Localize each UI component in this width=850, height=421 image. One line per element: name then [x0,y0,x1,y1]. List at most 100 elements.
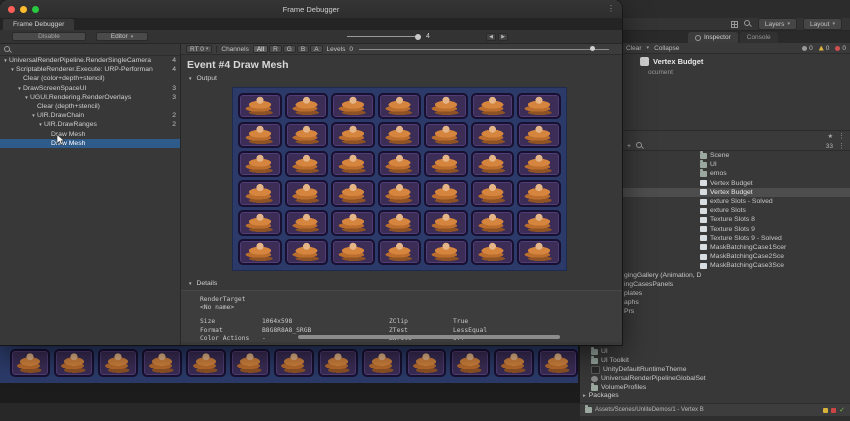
sprite-tile [517,209,561,236]
project-item-label: ingCasesPanels [624,280,674,288]
sprite-tile [186,349,226,377]
folder-icon [585,405,592,413]
layers-label: Layers [764,20,785,28]
tab-console[interactable]: Console [739,32,778,43]
console-count-error[interactable]: 0 [835,45,846,52]
channel-button-g[interactable]: G [282,45,296,53]
close-window-icon[interactable] [8,5,15,13]
project-item-packages[interactable]: ▸ Packages [583,392,619,399]
grid-icon[interactable] [730,20,738,28]
tab-label: Console [746,34,771,41]
scene-icon [700,216,707,223]
tree-item[interactable]: Clear (color+depth+stencil) [0,74,180,83]
event-tree-panel: ▼ UniversalRenderPipeline.RenderSingleCam… [0,44,181,345]
window-titlebar[interactable]: Frame Debugger ⋮ [0,0,622,19]
sprite-tile [424,151,468,178]
layout-button[interactable]: Layout ▾ [802,18,842,30]
rt-dropdown[interactable]: RT 0 ▾ [186,45,213,53]
sprite-tile [377,180,422,207]
window-menu-icon[interactable]: ⋮ [607,4,615,13]
tab-frame-debugger[interactable]: Frame Debugger [3,19,75,30]
levels-slider[interactable] [358,46,609,51]
asset-subtitle: ocument [648,69,673,76]
detail-key: Size [200,318,216,325]
sprite-tile [238,151,282,178]
disclosure-triangle-icon[interactable]: ▼ [9,67,16,72]
project-item[interactable]: UI Toolkit [583,356,850,365]
tree-item[interactable]: ▼ UIR.DrawRanges 2 [0,120,180,129]
project-item-label: plates [624,289,643,297]
warning-status-icon[interactable] [823,407,829,413]
window-tab-strip: Frame Debugger [0,19,622,30]
render-target-label: RenderTarget [200,296,246,303]
caret-down-icon: ▾ [787,21,790,27]
sprite-tile [54,349,94,377]
disclosure-triangle-icon[interactable]: ▼ [23,95,30,100]
disclosure-triangle-icon[interactable]: ▼ [2,58,9,63]
channel-button-a[interactable]: A [310,45,323,53]
levels-slider-knob[interactable] [590,46,595,51]
tree-item[interactable]: ▼ ScriptableRenderer.Execute: URP-Perform… [0,65,180,74]
project-status-bar: Assets/Scenes/UnliteDemos/1 - Vertex B ✓ [580,403,850,416]
star-icon[interactable]: ★ [828,133,833,140]
console-clear-button[interactable]: Clear [626,45,642,52]
details-foldout[interactable]: ▼ Details [188,280,217,287]
project-item-label: MaskBatchingCase2Sce [710,253,785,261]
project-item[interactable]: UI [583,347,850,356]
tree-item[interactable]: Draw Mesh [0,138,180,148]
tree-item[interactable]: ▼ UGUI.Rendering.RenderOverlays 3 [0,93,180,102]
console-count-info[interactable]: 0 [802,45,813,52]
editor-dropdown[interactable]: Editor ▾ [96,32,148,41]
search-icon[interactable] [743,20,752,28]
tree-item[interactable]: ▼ UniversalRenderPipeline.RenderSingleCam… [0,56,180,65]
minimize-window-icon[interactable] [20,5,27,13]
project-item-label: UniversalRenderPipelineGlobalSet [601,375,706,382]
event-slider[interactable] [347,33,421,40]
folder-icon [700,160,707,168]
tree-item[interactable]: Draw Mesh [0,130,180,139]
project-search-icon[interactable] [636,142,644,150]
console-collapse-button[interactable]: Collapse [654,45,679,52]
menu-dots-icon[interactable]: ⋮ [838,132,845,140]
project-item-label: aphs [624,299,639,307]
previous-event-button[interactable]: ◀ [486,32,496,41]
tab-inspector[interactable]: Inspector [688,32,738,43]
next-event-button[interactable]: ▶ [498,32,508,41]
tree-search-input[interactable] [15,44,180,55]
add-asset-icon[interactable]: + [627,143,631,150]
horizontal-scrollbar[interactable] [298,335,560,339]
project-item[interactable]: UnityDefaultRuntimeTheme [583,365,850,374]
disclosure-triangle-icon[interactable]: ▼ [30,113,37,118]
project-item[interactable]: VolumeProfiles [583,383,850,392]
project-item-label: Texture Slots 9 - Solved [710,234,782,242]
menu-dots-icon[interactable]: ⋮ [838,142,845,150]
tree-item-label: Clear (depth+stencil) [37,103,100,111]
event-slider-knob[interactable] [415,33,421,40]
disclosure-triangle-icon[interactable]: ▼ [37,122,44,127]
project-item-label: UI [601,348,608,355]
error-status-icon[interactable] [831,407,837,413]
tree-item-label: UIR.DrawChain [37,112,85,120]
zoom-window-icon[interactable] [32,5,39,13]
channel-button-r[interactable]: R [269,45,282,53]
output-foldout[interactable]: ▼ Output [188,75,217,82]
channel-button-b[interactable]: B [296,45,310,53]
disable-button[interactable]: Disable [12,32,86,41]
channel-button-all[interactable]: All [252,45,269,53]
project-item-label: emos [710,170,727,178]
tree-item-count: 3 [172,93,176,101]
project-item-label: gingGallery (Animation, D [624,271,702,279]
project-item[interactable]: UniversalRenderPipelineGlobalSet [583,374,850,383]
disclosure-triangle-icon[interactable]: ▼ [16,86,23,91]
layers-button[interactable]: Layers ▾ [757,18,797,30]
tree-item[interactable]: ▼ DrawScreenSpaceUI 3 [0,84,180,93]
rt-label: RT 0 [190,45,204,53]
details-label: Details [196,280,218,287]
sprite-tile [538,349,578,377]
chevron-right-icon[interactable]: ▸ [583,393,586,399]
tree-item[interactable]: ▼ UIR.DrawChain 2 [0,111,180,120]
tree-item[interactable]: Clear (depth+stencil) [0,102,180,111]
details-box: RenderTarget <No name> Size 1064x598 Forma… [181,290,622,342]
console-count-warning[interactable]: 0 [818,45,829,52]
sprite-tile [274,349,314,377]
